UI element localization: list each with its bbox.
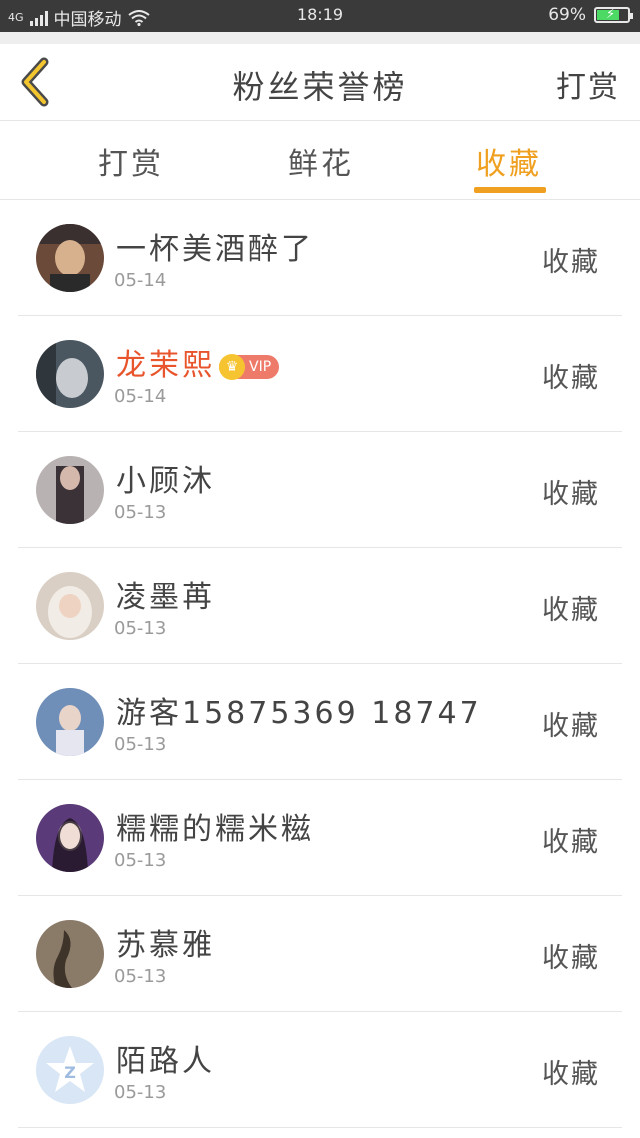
avatar (36, 224, 104, 292)
tab-favorites[interactable]: 收藏 (476, 139, 542, 183)
avatar (36, 456, 104, 524)
tab-bar: 打赏 鲜花 收藏 (0, 121, 640, 200)
list-item[interactable]: 苏慕雅 05-13 收藏 (18, 896, 622, 1012)
vip-badge: ♛ VIP (219, 353, 280, 380)
favorite-label: 收藏 (542, 1059, 600, 1090)
avatar (36, 572, 104, 640)
list-item[interactable]: 糯糯的糯米糍 05-13 收藏 (18, 780, 622, 896)
user-name: 龙茉熙 ♛ VIP (116, 340, 280, 384)
list-item[interactable]: 龙茉熙 ♛ VIP 05-14 收藏 (18, 316, 622, 432)
user-name: 游客15875369 18747 (116, 696, 482, 731)
list-item[interactable]: 一杯美酒醉了 05-14 收藏 (18, 200, 622, 316)
tab-flowers[interactable]: 鲜花 (288, 139, 354, 183)
user-name: 陌路人 (116, 1044, 215, 1079)
status-gap (0, 32, 640, 44)
user-name: 凌墨苒 (116, 580, 215, 615)
avatar (36, 920, 104, 988)
tab-reward[interactable]: 打赏 (98, 139, 164, 183)
favorite-label: 收藏 (542, 595, 600, 626)
fan-list: 一杯美酒醉了 05-14 收藏 龙茉熙 ♛ VIP 05-14 收藏 小顾沐 05-… (0, 200, 640, 1128)
favorite-label: 收藏 (542, 827, 600, 858)
avatar (36, 804, 104, 872)
favorite-label: 收藏 (542, 479, 600, 510)
favorite-label: 收藏 (542, 247, 600, 278)
date: 05-13 (114, 966, 167, 987)
favorite-label: 收藏 (542, 943, 600, 974)
status-right: 69% ⚡ (548, 5, 633, 25)
favorite-label: 收藏 (542, 711, 600, 742)
list-item[interactable]: 游客15875369 18747 05-13 收藏 (18, 664, 622, 780)
avatar (36, 688, 104, 756)
list-item[interactable]: 凌墨苒 05-13 收藏 (18, 548, 622, 664)
date: 05-13 (114, 1082, 167, 1103)
list-item[interactable]: Z 陌路人 05-13 收藏 (18, 1012, 622, 1128)
page-title: 粉丝荣誉榜 (232, 68, 408, 106)
list-item[interactable]: 小顾沐 05-13 收藏 (18, 432, 622, 548)
battery-icon: ⚡ (594, 7, 633, 23)
date: 05-13 (114, 618, 167, 639)
date: 05-13 (114, 734, 167, 755)
date: 05-14 (114, 270, 167, 291)
user-name: 小顾沐 (116, 464, 215, 499)
status-bar: 4G 中国移动 18:19 69% ⚡ (0, 0, 640, 32)
user-name: 苏慕雅 (116, 928, 215, 963)
crown-icon: ♛ (219, 353, 245, 380)
date: 05-13 (114, 850, 167, 871)
default-avatar-icon: Z (36, 1036, 104, 1104)
favorite-label: 收藏 (542, 363, 600, 394)
reward-button[interactable]: 打赏 (556, 62, 620, 106)
date: 05-14 (114, 386, 167, 407)
battery-percent: 69% (548, 5, 586, 25)
svg-text:Z: Z (64, 1063, 76, 1082)
date: 05-13 (114, 502, 167, 523)
avatar: Z (36, 1036, 104, 1104)
nav-bar: 粉丝荣誉榜 打赏 (0, 44, 640, 121)
clock: 18:19 (296, 5, 344, 24)
user-name: 一杯美酒醉了 (116, 232, 314, 267)
active-tab-indicator (474, 187, 546, 193)
avatar (36, 340, 104, 408)
user-name: 糯糯的糯米糍 (116, 812, 314, 847)
